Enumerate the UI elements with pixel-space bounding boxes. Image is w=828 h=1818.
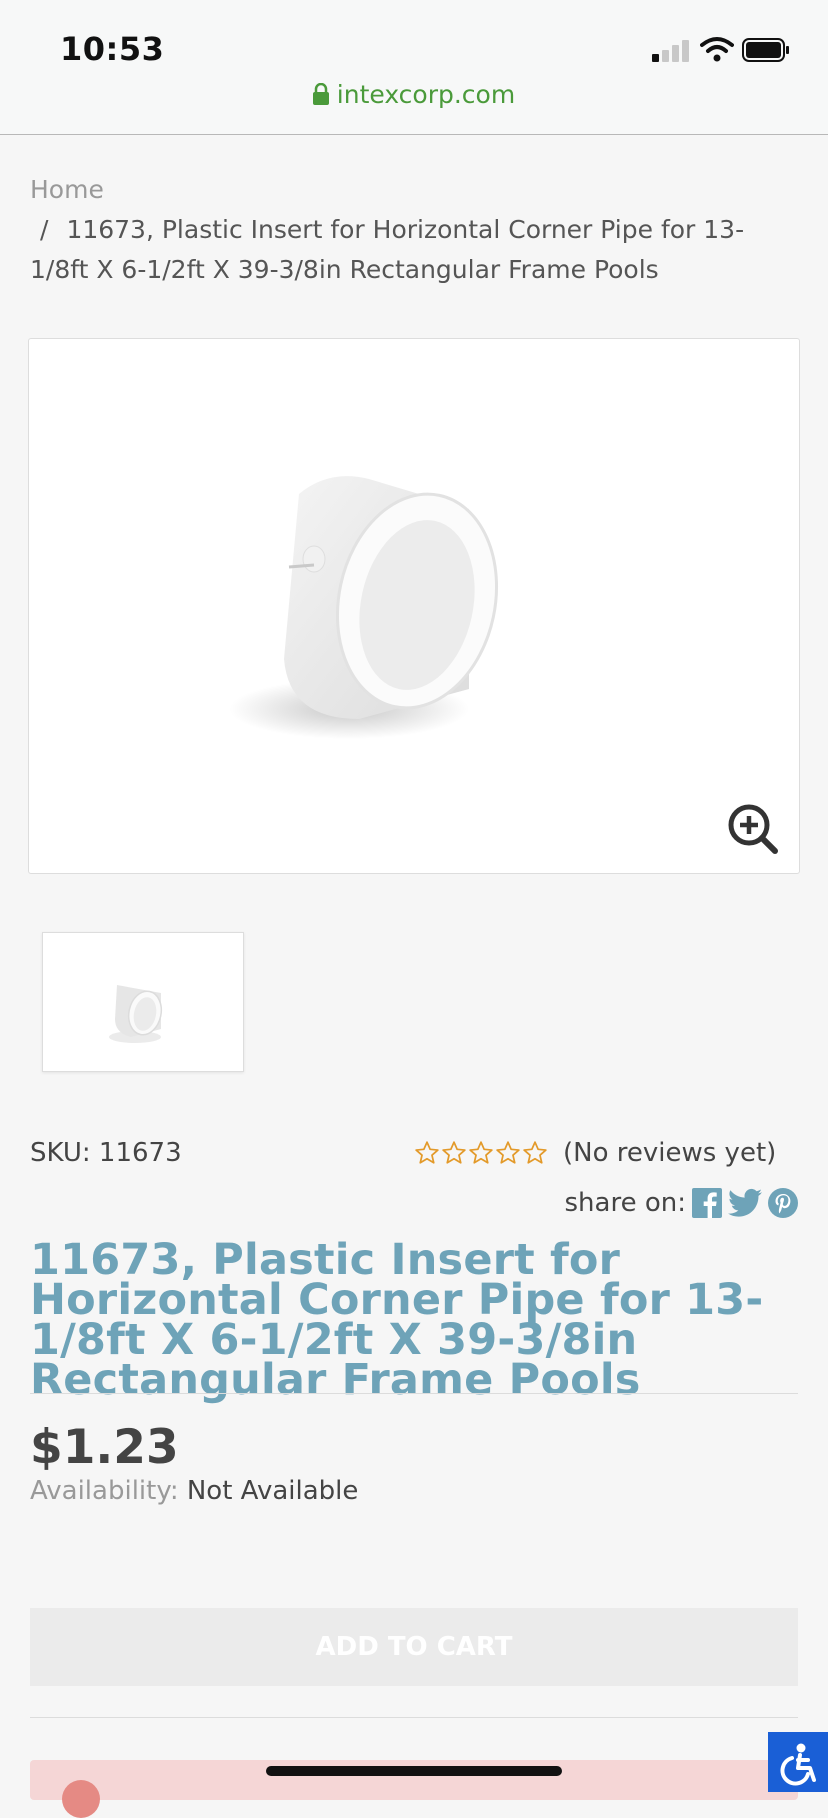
rating-stars <box>414 1140 549 1166</box>
availability-label: Availability: <box>30 1476 179 1506</box>
address-bar[interactable]: intexcorp.com <box>0 80 828 109</box>
star-icon <box>523 1141 547 1164</box>
add-to-cart-button[interactable]: ADD TO CART <box>30 1608 798 1686</box>
signal-icon <box>652 40 692 62</box>
zoom-in-icon[interactable] <box>727 803 779 855</box>
product-image[interactable] <box>28 338 800 874</box>
availability-value: Not Available <box>186 1476 359 1506</box>
sku-value: 11673 <box>98 1138 182 1168</box>
reviews-text: (No reviews yet) <box>563 1138 777 1168</box>
share-label: share on: <box>564 1188 686 1218</box>
battery-icon <box>742 38 789 62</box>
twitter-icon[interactable] <box>728 1188 762 1218</box>
url-text: intexcorp.com <box>336 80 516 109</box>
divider <box>30 1393 798 1394</box>
sku-label: SKU: <box>30 1138 91 1168</box>
browser-header: 10:53 intexcorp.com <box>0 0 828 135</box>
product-rating[interactable]: (No reviews yet) <box>414 1138 776 1168</box>
product-thumbnail[interactable] <box>42 932 244 1072</box>
star-icon <box>442 1141 466 1164</box>
facebook-icon[interactable] <box>692 1188 722 1218</box>
lock-icon <box>312 83 329 105</box>
share-links: share on: <box>565 1188 798 1218</box>
breadcrumb: Home /11673, Plastic Insert for Horizont… <box>30 170 800 290</box>
availability: Availability: Not Available <box>30 1476 358 1506</box>
alert-icon <box>62 1780 100 1818</box>
divider <box>30 1717 798 1718</box>
breadcrumb-current: 11673, Plastic Insert for Horizontal Cor… <box>30 215 745 284</box>
product-price: $1.23 <box>30 1420 179 1475</box>
product-title: 11673, Plastic Insert for Horizontal Cor… <box>30 1235 764 1405</box>
breadcrumb-separator: / <box>40 215 49 244</box>
star-icon <box>469 1141 493 1164</box>
star-icon <box>496 1141 520 1164</box>
pinterest-icon[interactable] <box>768 1188 798 1218</box>
accessibility-button[interactable] <box>768 1732 828 1792</box>
wifi-icon <box>700 37 734 62</box>
accessibility-icon <box>780 1743 816 1786</box>
breadcrumb-home[interactable]: Home <box>30 170 800 210</box>
status-time: 10:53 <box>60 30 165 68</box>
star-icon <box>415 1141 439 1164</box>
product-photo <box>229 476 499 739</box>
sku: SKU: 11673 <box>30 1138 182 1168</box>
home-indicator[interactable] <box>266 1766 562 1776</box>
thumbnail-photo <box>109 985 163 1043</box>
